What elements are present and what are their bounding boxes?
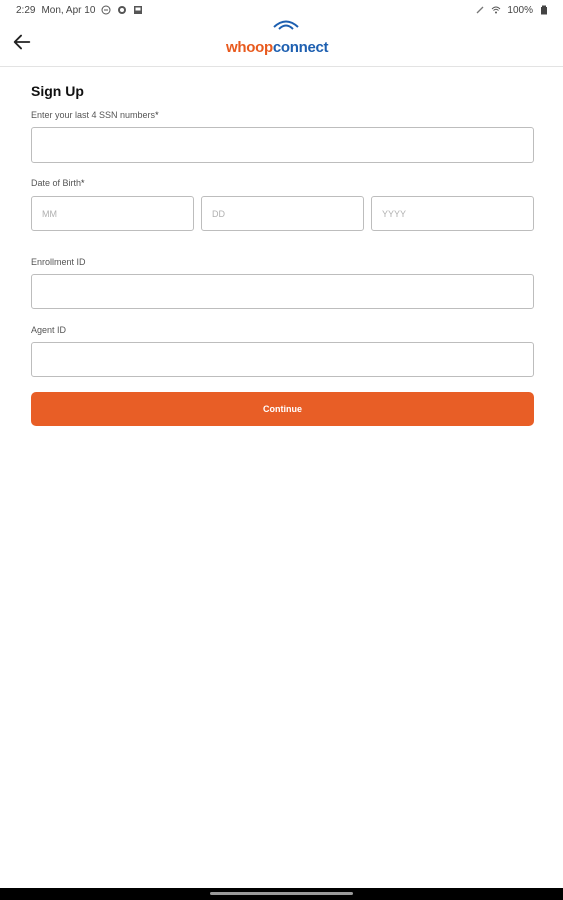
enrollment-id-input[interactable]	[31, 274, 534, 309]
agent-label: Agent ID	[31, 325, 67, 335]
dob-day-input[interactable]	[201, 196, 364, 231]
dob-required-mark: *	[81, 178, 85, 188]
dob-label-text: Date of Birth	[31, 178, 82, 188]
dob-label: Date of Birth*	[31, 178, 85, 188]
edit-icon	[475, 5, 485, 15]
whoopconnect-logo: whoop connect	[226, 20, 329, 56]
home-gesture-handle[interactable]	[210, 892, 353, 895]
logo-connect-text: connect	[272, 39, 329, 56]
continue-button[interactable]: Continue	[31, 392, 534, 426]
do-not-disturb-icon	[101, 5, 111, 15]
ssn-input[interactable]	[31, 127, 534, 163]
sync-icon	[117, 5, 127, 15]
status-time: 2:29	[16, 4, 36, 16]
battery-percent: 100%	[507, 4, 533, 16]
dob-month-input[interactable]	[31, 196, 194, 231]
logo-wifi-icon	[273, 20, 299, 30]
enrollment-label: Enrollment ID	[31, 257, 86, 267]
ssn-required-mark: *	[155, 110, 159, 120]
status-right: 100%	[475, 5, 549, 16]
signup-screen: 2:29 Mon, Apr 10 100% whoop connect Sign…	[0, 0, 563, 900]
status-bar: 2:29 Mon, Apr 10 100%	[0, 0, 563, 20]
ssn-label-text: Enter your last 4 SSN numbers	[31, 110, 156, 120]
ssn-label: Enter your last 4 SSN numbers*	[31, 110, 159, 120]
app-bar: whoop connect	[0, 20, 563, 67]
agent-id-input[interactable]	[31, 342, 534, 377]
dob-year-input[interactable]	[371, 196, 534, 231]
status-left: 2:29 Mon, Apr 10	[16, 5, 143, 16]
back-button[interactable]	[8, 28, 36, 56]
arrow-back-icon	[13, 34, 31, 50]
logo-whoop-text: whoop	[226, 39, 273, 56]
status-date: Mon, Apr 10	[41, 4, 96, 16]
battery-icon	[539, 5, 549, 15]
system-nav-bar	[0, 888, 563, 900]
page-title: Sign Up	[31, 83, 84, 99]
wifi-icon	[491, 5, 501, 15]
image-icon	[133, 5, 143, 15]
